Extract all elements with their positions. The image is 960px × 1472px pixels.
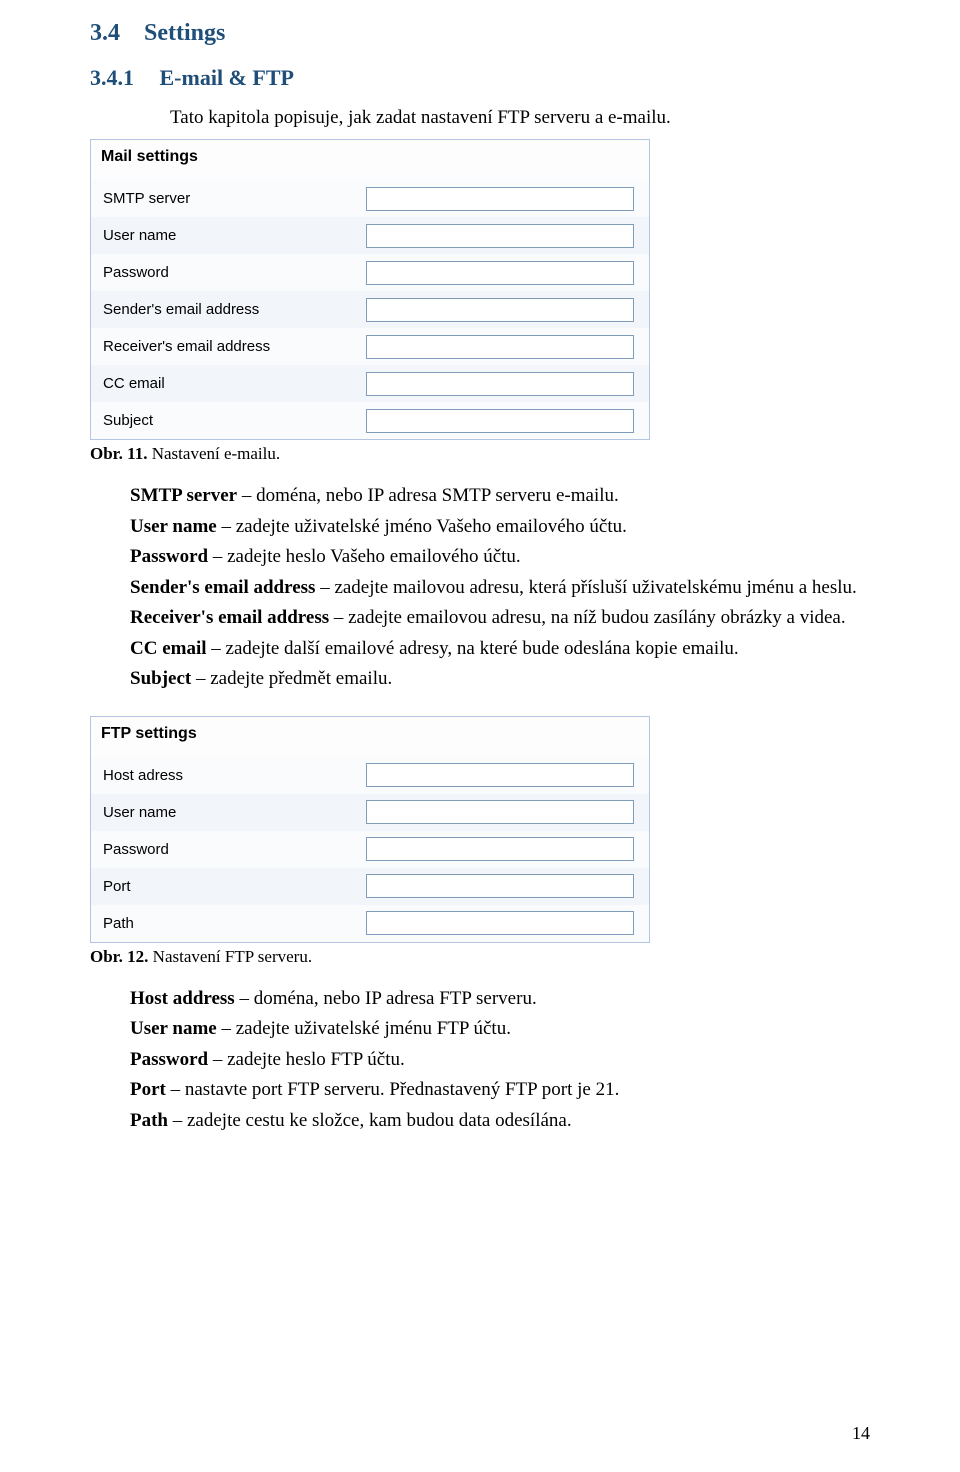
desc-line: Receiver's email address – zadejte email… <box>130 604 870 633</box>
subsection-title: E-mail & FTP <box>160 65 294 90</box>
desc-line: CC email – zadejte další emailové adresy… <box>130 635 870 664</box>
desc-line: Port – nastavte port FTP serveru. Předna… <box>130 1076 870 1105</box>
desc-line: Password – zadejte heslo FTP účtu. <box>130 1046 870 1075</box>
label-ftp-user: User name <box>91 804 366 821</box>
label-port: Port <box>91 878 366 895</box>
term: Port <box>130 1079 166 1100</box>
label-user: User name <box>91 227 366 244</box>
ftp-settings-title: FTP settings <box>91 717 649 757</box>
subsection-number: 3.4.1 <box>90 65 134 90</box>
desc-line: Subject – zadejte předmět emailu. <box>130 665 870 694</box>
input-ftp-pass[interactable] <box>366 837 634 861</box>
label-receiver: Receiver's email address <box>91 338 366 355</box>
term: User name <box>130 516 217 537</box>
input-pass[interactable] <box>366 261 634 285</box>
definition: – zadejte další emailové adresy, na kter… <box>207 638 739 659</box>
mail-row-pass: Password <box>91 254 649 291</box>
ftp-row-port: Port <box>91 868 649 905</box>
definition: – zadejte heslo FTP účtu. <box>208 1049 405 1070</box>
mail-row-smtp: SMTP server <box>91 180 649 217</box>
label-ftp-pass: Password <box>91 841 366 858</box>
definition: – zadejte cestu ke složce, kam budou dat… <box>168 1110 572 1131</box>
caption-bold: Obr. 12. <box>90 947 148 966</box>
term: Path <box>130 1110 168 1131</box>
caption-bold: Obr. 11. <box>90 444 147 463</box>
figure-caption-11: Obr. 11. Nastavení e-mailu. <box>90 444 870 464</box>
label-sender: Sender's email address <box>91 301 366 318</box>
term: Host address <box>130 988 235 1009</box>
desc-line: User name – zadejte uživatelské jménu FT… <box>130 1015 870 1044</box>
mail-settings-title: Mail settings <box>91 140 649 180</box>
definition: – zadejte předmět emailu. <box>191 668 392 689</box>
input-port[interactable] <box>366 874 634 898</box>
intro-text: Tato kapitola popisuje, jak zadat nastav… <box>170 107 870 129</box>
definition: – zadejte uživatelské jménu FTP účtu. <box>217 1018 511 1039</box>
mail-description: SMTP server – doména, nebo IP adresa SMT… <box>130 482 870 694</box>
mail-row-user: User name <box>91 217 649 254</box>
caption-text: Nastavení FTP serveru. <box>148 947 312 966</box>
term: User name <box>130 1018 217 1039</box>
definition: – zadejte emailovou adresu, na níž budou… <box>329 607 846 628</box>
label-host: Host adress <box>91 767 366 784</box>
definition: – doména, nebo IP adresa SMTP serveru e-… <box>237 485 619 506</box>
input-smtp[interactable] <box>366 187 634 211</box>
mail-row-receiver: Receiver's email address <box>91 328 649 365</box>
ftp-row-host: Host adress <box>91 757 649 794</box>
label-smtp: SMTP server <box>91 190 366 207</box>
definition: – doména, nebo IP adresa FTP serveru. <box>235 988 537 1009</box>
subsection-heading: 3.4.1 E-mail & FTP <box>90 65 870 91</box>
mail-row-sender: Sender's email address <box>91 291 649 328</box>
figure-caption-12: Obr. 12. Nastavení FTP serveru. <box>90 947 870 967</box>
definition: – zadejte mailovou adresu, která přísluš… <box>315 577 856 598</box>
ftp-description: Host address – doména, nebo IP adresa FT… <box>130 985 870 1136</box>
desc-line: User name – zadejte uživatelské jméno Va… <box>130 513 870 542</box>
definition: – zadejte heslo Vašeho emailového účtu. <box>208 546 521 567</box>
definition: – nastavte port FTP serveru. Přednastave… <box>166 1079 619 1100</box>
caption-text: Nastavení e-mailu. <box>147 444 280 463</box>
ftp-settings-panel: FTP settings Host adress User name Passw… <box>90 716 650 943</box>
term: CC email <box>130 638 207 659</box>
definition: – zadejte uživatelské jméno Vašeho email… <box>217 516 627 537</box>
desc-line: SMTP server – doména, nebo IP adresa SMT… <box>130 482 870 511</box>
mail-settings-panel: Mail settings SMTP server User name Pass… <box>90 139 650 440</box>
input-cc[interactable] <box>366 372 634 396</box>
term: Password <box>130 1049 208 1070</box>
label-path: Path <box>91 915 366 932</box>
input-path[interactable] <box>366 911 634 935</box>
section-heading: 3.4 Settings <box>90 20 870 47</box>
mail-row-cc: CC email <box>91 365 649 402</box>
label-pass: Password <box>91 264 366 281</box>
desc-line: Host address – doména, nebo IP adresa FT… <box>130 985 870 1014</box>
term: Sender's email address <box>130 577 315 598</box>
input-ftp-user[interactable] <box>366 800 634 824</box>
section-title: Settings <box>144 20 225 46</box>
ftp-row-user: User name <box>91 794 649 831</box>
input-subject[interactable] <box>366 409 634 433</box>
desc-line: Password – zadejte heslo Vašeho emailové… <box>130 543 870 572</box>
input-user[interactable] <box>366 224 634 248</box>
term: SMTP server <box>130 485 237 506</box>
term: Password <box>130 546 208 567</box>
desc-line: Sender's email address – zadejte mailovo… <box>130 574 870 603</box>
input-receiver[interactable] <box>366 335 634 359</box>
ftp-row-pass: Password <box>91 831 649 868</box>
label-cc: CC email <box>91 375 366 392</box>
desc-line: Path – zadejte cestu ke složce, kam budo… <box>130 1107 870 1136</box>
input-host[interactable] <box>366 763 634 787</box>
term: Subject <box>130 668 191 689</box>
ftp-row-path: Path <box>91 905 649 942</box>
section-number: 3.4 <box>90 20 120 46</box>
mail-row-subject: Subject <box>91 402 649 439</box>
term: Receiver's email address <box>130 607 329 628</box>
page-number: 14 <box>852 1423 870 1444</box>
input-sender[interactable] <box>366 298 634 322</box>
label-subject: Subject <box>91 412 366 429</box>
